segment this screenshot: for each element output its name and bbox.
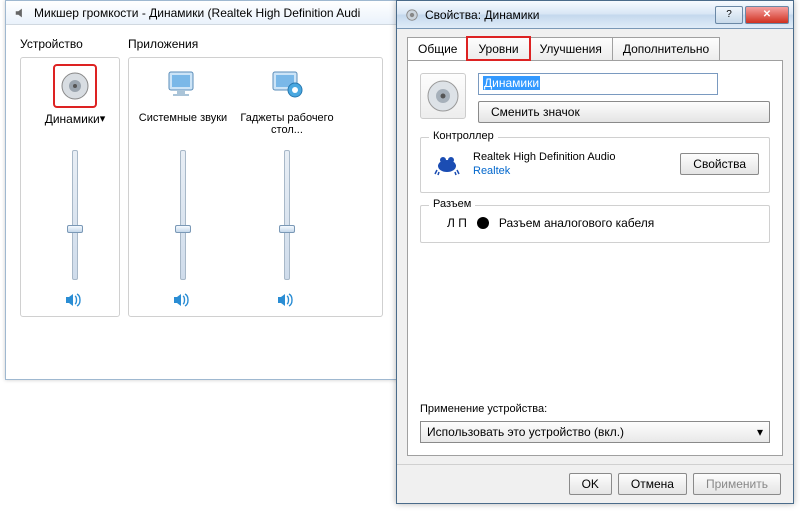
mixer-app-item: Гаджеты рабочего стол... <box>237 64 337 310</box>
tab-enhancements[interactable]: Улучшения <box>529 37 613 60</box>
apply-button[interactable]: Применить <box>693 473 781 495</box>
jack-channels: Л П <box>447 216 467 230</box>
mixer-title-text: Микшер громкости - Динамики (Realtek Hig… <box>34 6 360 20</box>
system-sounds-icon[interactable] <box>161 64 205 108</box>
gadgets-icon[interactable] <box>265 64 309 108</box>
speaker-small-icon <box>405 8 419 22</box>
controller-properties-button[interactable]: Свойства <box>680 153 759 175</box>
props-titlebar[interactable]: Свойства: Динамики ? ✕ <box>397 1 793 29</box>
device-label-dropdown[interactable]: Динамики <box>45 112 106 140</box>
app-mute-button[interactable] <box>275 290 299 310</box>
controller-vendor-link[interactable]: Realtek <box>473 165 670 177</box>
ok-button[interactable]: OK <box>569 473 612 495</box>
mixer-titlebar: Микшер громкости - Динамики (Realtek Hig… <box>6 1 397 25</box>
device-usage-select[interactable]: Использовать это устройство (вкл.) ▾ <box>420 421 770 443</box>
chevron-down-icon: ▾ <box>757 425 763 439</box>
controller-name: Realtek High Definition Audio <box>473 151 670 163</box>
app-volume-slider[interactable] <box>180 150 186 280</box>
help-button[interactable]: ? <box>715 6 743 24</box>
props-title-text: Свойства: Динамики <box>425 8 539 22</box>
mixer-device-item: Динамики <box>25 64 125 310</box>
close-button[interactable]: ✕ <box>745 6 789 24</box>
mixer-app-item: Системные звуки <box>133 64 233 310</box>
device-usage-label: Применение устройства: <box>420 403 770 415</box>
cancel-button[interactable]: Отмена <box>618 473 687 495</box>
jack-description: Разъем аналогового кабеля <box>499 216 654 230</box>
tab-general[interactable]: Общие <box>407 37 468 60</box>
jack-groupbox: Разъем Л П Разъем аналогового кабеля <box>420 205 770 243</box>
speaker-small-icon <box>14 6 28 20</box>
app-label[interactable]: Гаджеты рабочего стол... <box>237 112 337 140</box>
jack-group-title: Разъем <box>429 198 475 210</box>
dialog-button-row: OK Отмена Применить <box>397 464 793 503</box>
app-volume-slider[interactable] <box>284 150 290 280</box>
tab-panel-general: Динамики Сменить значок Контроллер Realt… <box>407 60 783 456</box>
apps-section-header: Приложения <box>128 37 383 51</box>
tab-levels[interactable]: Уровни <box>467 37 529 60</box>
jack-color-dot <box>477 217 489 229</box>
controller-groupbox: Контроллер Realtek High Definition Audio… <box>420 137 770 193</box>
device-large-icon <box>420 73 466 119</box>
change-icon-button[interactable]: Сменить значок <box>478 101 770 123</box>
realtek-crab-icon <box>431 148 463 180</box>
controller-group-title: Контроллер <box>429 130 498 142</box>
tab-strip: Общие Уровни Улучшения Дополнительно <box>397 29 793 60</box>
device-speaker-icon[interactable] <box>53 64 97 108</box>
app-mute-button[interactable] <box>171 290 195 310</box>
device-mute-button[interactable] <box>63 290 87 310</box>
device-volume-slider[interactable] <box>72 150 78 280</box>
tab-advanced[interactable]: Дополнительно <box>612 37 720 60</box>
speaker-properties-dialog: Свойства: Динамики ? ✕ Общие Уровни Улуч… <box>396 0 794 504</box>
device-name-input[interactable]: Динамики <box>478 73 718 95</box>
volume-mixer-window: Микшер громкости - Динамики (Realtek Hig… <box>5 0 398 380</box>
device-section-header: Устройство <box>20 37 120 51</box>
app-label[interactable]: Системные звуки <box>139 112 227 140</box>
